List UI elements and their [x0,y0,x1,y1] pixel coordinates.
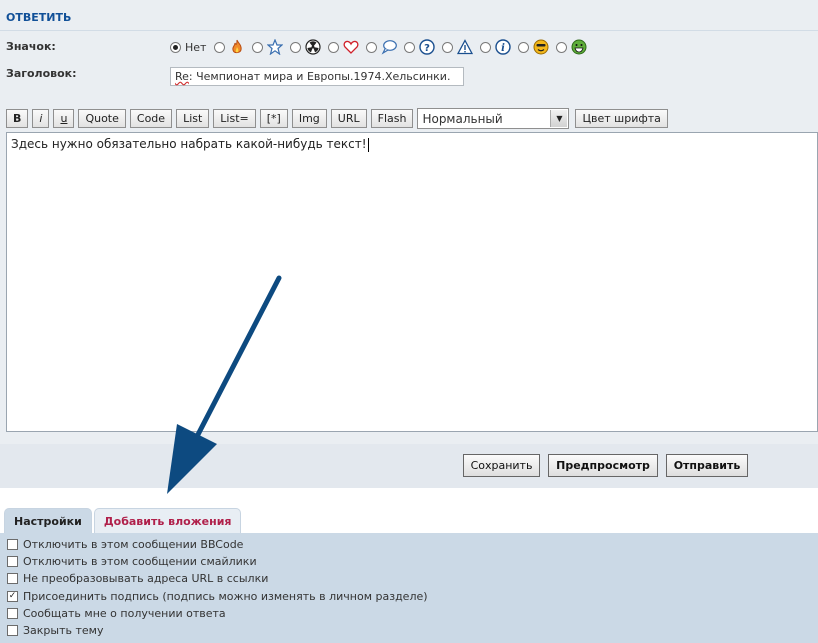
option-lock-topic[interactable]: Закрыть тему [7,624,103,637]
submit-button[interactable]: Отправить [666,454,748,477]
list-button[interactable]: List [176,109,210,128]
option-label: Сообщать мне о получении ответа [23,607,226,620]
font-size-value: Нормальный [422,111,503,126]
code-button[interactable]: Code [129,109,173,128]
text-caret [367,137,369,152]
icon-radio-none[interactable] [170,41,181,53]
icon-radio-fire[interactable] [214,41,226,53]
option-label: Закрыть тему [23,624,104,637]
icon-radio-smiley[interactable] [518,41,530,53]
icon-radio-warning[interactable] [442,41,454,53]
option-disable-smilies[interactable]: Отключить в этом сообщении смайлики [7,555,257,568]
quote-button[interactable]: Quote [78,109,126,128]
message-textarea[interactable]: Здесь нужно обязательно набрать какой-ни… [6,132,818,432]
radioactive-icon [305,39,322,55]
subject-value-rest: : Чемпионат мира и Европы.1974.Хельсинки… [188,70,451,83]
bbcode-toolbar: B i u Quote Code List List= [*] Img URL … [6,108,672,129]
option-disable-urls[interactable]: Не преобразовывать адреса URL в ссылки [7,572,268,585]
option-label: Не преобразовывать адреса URL в ссылки [23,572,269,585]
subject-label: Заголовок: [6,67,77,80]
heading-divider [0,30,818,31]
italic-button[interactable]: i [32,109,50,128]
preview-button[interactable]: Предпросмотр [548,454,658,477]
question-icon: ? [419,39,436,55]
speech-bubble-icon [381,39,398,55]
list-item-button[interactable]: [*] [259,109,288,128]
reply-heading: ОТВЕТИТЬ [6,11,72,24]
heart-icon [343,39,359,55]
subject-input[interactable]: Re: Чемпионат мира и Европы.1974.Хельсин… [170,67,464,86]
option-checkbox-checked[interactable]: ✓ [7,591,18,602]
ordered-list-button[interactable]: List= [213,109,256,128]
info-icon: i [495,39,512,55]
icon-radio-question[interactable] [404,41,416,53]
option-notify-reply[interactable]: Сообщать мне о получении ответа [7,607,226,620]
font-size-select[interactable]: Нормальный ▼ [417,108,570,129]
chevron-down-icon[interactable]: ▼ [550,110,568,127]
flash-button[interactable]: Flash [370,109,414,128]
tab-attachments[interactable]: Добавить вложения [93,508,242,533]
grin-icon [571,39,587,55]
icon-radio-info[interactable] [480,41,492,53]
icon-label: Значок: [6,40,56,53]
icon-radio-heart[interactable] [328,41,340,53]
svg-text:?: ? [425,43,431,54]
option-checkbox[interactable] [7,556,18,567]
icon-radio-radioactive[interactable] [290,41,302,53]
svg-text:i: i [502,43,506,54]
bold-button[interactable]: B [6,109,29,128]
fire-icon [229,39,245,55]
url-button[interactable]: URL [330,109,367,128]
options-panel: Отключить в этом сообщении BBCode Отключ… [0,533,818,643]
font-color-button[interactable]: Цвет шрифта [575,109,668,128]
star-icon [267,39,284,55]
warning-icon [457,39,474,55]
option-checkbox[interactable] [7,573,18,584]
underline-button[interactable]: u [53,109,75,128]
option-disable-bbcode[interactable]: Отключить в этом сообщении BBCode [7,538,243,551]
option-checkbox[interactable] [7,608,18,619]
option-checkbox[interactable] [7,625,18,636]
message-text: Здесь нужно обязательно набрать какой-ни… [11,137,367,151]
icon-selector: Нет ? i [170,38,594,56]
subject-value-prefix: Re [175,70,189,83]
smiley-icon [533,39,549,55]
options-tabs: Настройки Добавить вложения [4,507,243,533]
option-label: Присоединить подпись (подпись можно изме… [23,590,428,603]
icon-radio-grin[interactable] [556,41,568,53]
icon-radio-speech[interactable] [366,41,378,53]
save-button[interactable]: Сохранить [463,454,540,477]
option-label: Отключить в этом сообщении BBCode [23,538,244,551]
option-label: Отключить в этом сообщении смайлики [23,555,257,568]
option-attach-signature[interactable]: ✓ Присоединить подпись (подпись можно из… [7,590,428,603]
image-button[interactable]: Img [291,109,327,128]
tab-settings[interactable]: Настройки [4,508,92,533]
option-checkbox[interactable] [7,539,18,550]
icon-radio-star[interactable] [252,41,264,53]
icon-none-label: Нет [185,40,207,54]
